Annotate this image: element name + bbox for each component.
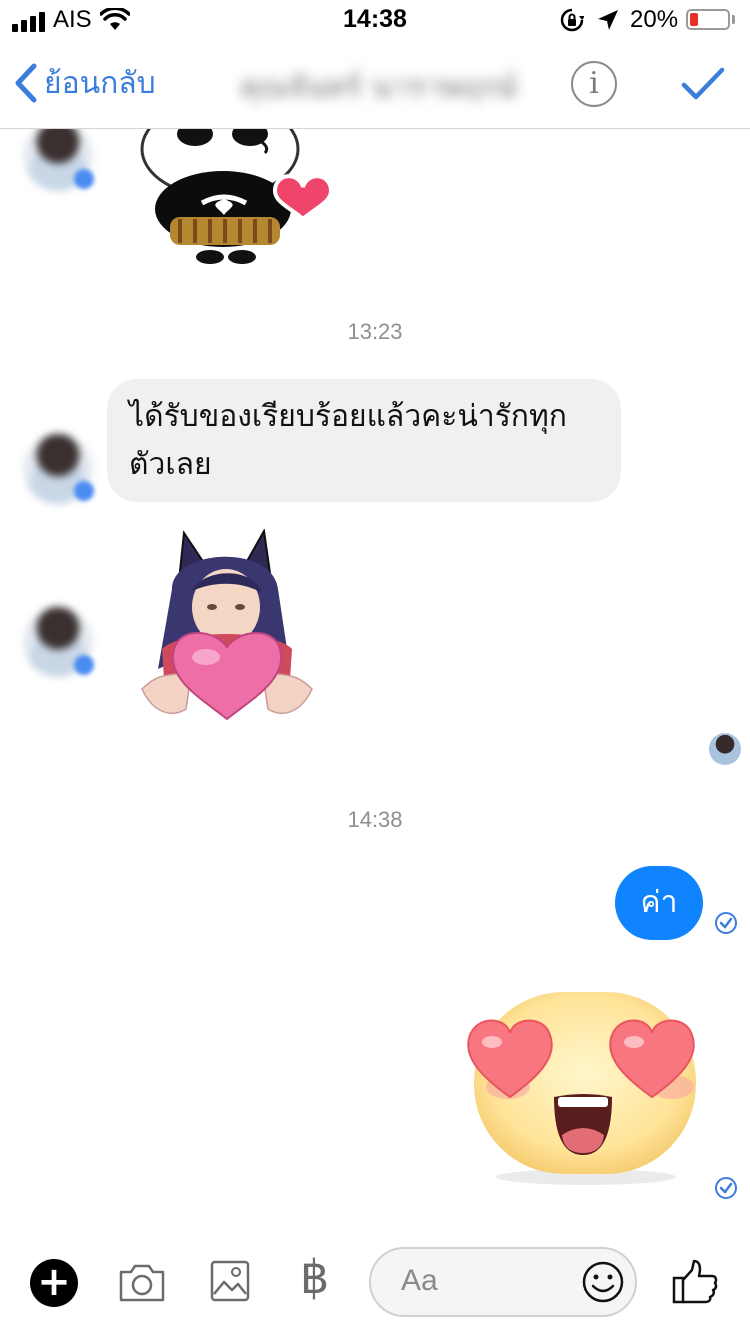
smiley-icon[interactable] xyxy=(581,1260,625,1304)
info-icon[interactable]: i xyxy=(571,61,617,107)
timestamp: 14:38 xyxy=(347,807,403,832)
delivered-check-icon xyxy=(715,1177,737,1199)
back-button[interactable]: ย้อนกลับ xyxy=(14,60,156,106)
outgoing-message-bubble[interactable]: ค่า xyxy=(615,866,703,940)
battery-icon xyxy=(686,9,730,30)
location-arrow-icon xyxy=(598,10,618,30)
back-chevron-icon xyxy=(15,63,37,103)
chat-thread[interactable]: 13:23 ได้รับของเรียบร้อยแล้วคะน่ารักทุกต… xyxy=(0,129,750,1229)
anime-girl-heart-sticker[interactable] xyxy=(122,529,332,739)
battery-percent: 20% xyxy=(630,6,679,33)
nav-bar: ย้อนกลับ คุณจันทร์ นาราพฤกษ์ i xyxy=(0,40,750,129)
message-input[interactable]: Aa xyxy=(369,1247,637,1317)
messenger-badge xyxy=(74,169,94,189)
checkmark-icon[interactable] xyxy=(680,64,726,104)
message-composer: + ฿ Aa xyxy=(0,1230,750,1334)
back-label: ย้อนกลับ xyxy=(44,65,156,101)
plus-icon[interactable]: + xyxy=(30,1259,78,1307)
baht-icon[interactable]: ฿ xyxy=(300,1250,329,1304)
timestamp: 13:23 xyxy=(347,319,403,344)
messenger-badge xyxy=(74,655,94,675)
rotation-lock-icon xyxy=(560,8,584,32)
status-bar: AIS 14:38 20% xyxy=(0,0,750,40)
read-receipt-avatar xyxy=(709,733,741,765)
incoming-message-bubble[interactable]: ได้รับของเรียบร้อยแล้วคะน่ารักทุกตัวเลย xyxy=(107,379,621,502)
image-icon[interactable] xyxy=(210,1260,250,1302)
heart-eyes-emoji-sticker[interactable] xyxy=(462,987,702,1187)
thumbs-up-icon[interactable] xyxy=(672,1258,718,1304)
panda-sticker[interactable] xyxy=(140,129,340,269)
input-placeholder: Aa xyxy=(401,1264,438,1297)
camera-icon[interactable] xyxy=(117,1262,167,1304)
messenger-badge xyxy=(74,481,94,501)
delivered-check-icon xyxy=(715,912,737,934)
contact-name[interactable]: คุณจันทร์ นาราพฤกษ์ xyxy=(240,64,515,104)
